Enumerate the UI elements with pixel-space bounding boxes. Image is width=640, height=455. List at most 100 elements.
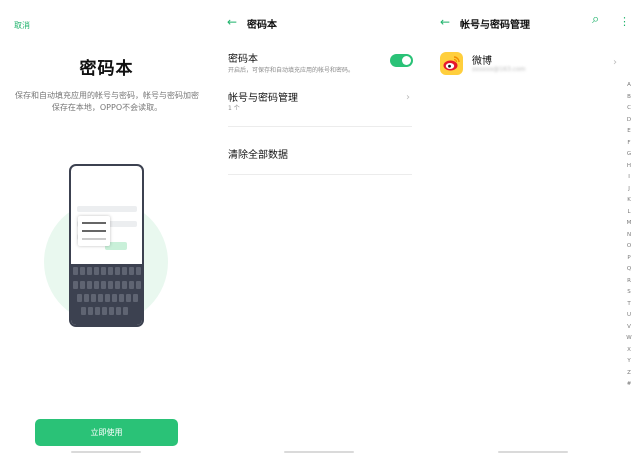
settings-panel: ← 密码本 密码本 开启后，可保存和自动填充应用的帐号和密码。 帐号与密码管理 … [213,0,426,455]
keyboard-key [136,267,141,275]
accounts-panel: ← 帐号与密码管理 ⌕ ⋮ 微博 xxxxxx@163.com › ABCDEF… [426,0,640,455]
keyboard-illustration [71,264,142,325]
alphabet-letter[interactable]: A [625,80,633,92]
keyboard-key [116,307,121,315]
keyboard-key [84,294,89,302]
account-name[interactable]: 微博 [472,52,492,67]
alphabet-letter[interactable]: X [625,345,633,357]
keyboard-key [126,294,131,302]
alphabet-letter[interactable]: C [625,103,633,115]
toggle-row-title: 密码本 [228,54,258,65]
alphabet-letter[interactable]: S [625,287,633,299]
keyboard-key [115,267,120,275]
divider [228,126,412,127]
alphabet-letter[interactable]: J [625,184,633,196]
alphabet-letter[interactable]: K [625,195,633,207]
illustration-popup [78,216,110,246]
accounts-row-title[interactable]: 帐号与密码管理 [228,89,298,104]
search-icon[interactable]: ⌕ [592,12,599,27]
home-indicator [71,451,141,453]
alphabet-letter[interactable]: F [625,138,633,150]
divider [228,174,412,175]
phone-illustration [69,164,144,327]
alphabet-letter[interactable]: N [625,230,633,242]
keyboard-key [87,281,92,289]
keyboard-key [88,307,93,315]
alphabet-letter[interactable]: H [625,161,633,173]
keyboard-key [108,267,113,275]
alphabet-letter[interactable]: V [625,322,633,334]
home-indicator [498,451,568,453]
intro-description: 保存和自动填充应用的帐号与密码，帐号与密码加密保存在本地，OPPO不会读取。 [15,91,199,112]
keyboard-key [91,294,96,302]
alphabet-letter[interactable]: # [625,379,633,391]
settings-title: 密码本 [247,20,277,31]
illustration-item [82,230,106,232]
alphabet-letter[interactable]: L [625,207,633,219]
keyboard-key [80,281,85,289]
chevron-right-icon[interactable]: › [613,57,617,68]
alphabet-letter[interactable]: Q [625,264,633,276]
intro-panel: 取消 密码本 保存和自动填充应用的帐号与密码，帐号与密码加密保存在本地，OPPO… [0,0,213,455]
alphabet-letter[interactable]: W [625,333,633,345]
alphabet-letter[interactable]: I [625,172,633,184]
alphabet-letter[interactable]: B [625,92,633,104]
cancel-link[interactable]: 取消 [14,20,30,31]
keyboard-key [122,281,127,289]
password-book-toggle[interactable] [390,54,413,67]
clear-data-button[interactable]: 清除全部数据 [228,146,288,161]
keyboard-key [136,281,141,289]
keyboard-key [95,307,100,315]
keyboard-key [123,307,128,315]
keyboard-key [109,307,114,315]
alphabet-letter[interactable]: P [625,253,633,265]
back-arrow-icon[interactable]: ← [227,15,237,29]
keyboard-key [129,267,134,275]
keyboard-key [101,267,106,275]
keyboard-key [101,281,106,289]
page-title: 密码本 [79,59,134,79]
illustration-item [82,238,106,240]
keyboard-key [98,294,103,302]
alphabet-index[interactable]: A B C D E F G H I J K L M N O P Q R S T U V W X Y Z # [625,80,633,391]
alphabet-letter[interactable]: M [625,218,633,230]
keyboard-key [112,294,117,302]
accounts-row-count: 1 个 [228,105,240,112]
keyboard-key [73,281,78,289]
start-using-button[interactable]: 立即使用 [35,419,178,446]
keyboard-key [80,267,85,275]
keyboard-key [73,267,78,275]
alphabet-letter[interactable]: T [625,299,633,311]
keyboard-key [102,307,107,315]
alphabet-letter[interactable]: E [625,126,633,138]
home-indicator [284,451,354,453]
illustration-field [77,206,137,212]
keyboard-key [108,281,113,289]
alphabet-letter[interactable]: O [625,241,633,253]
more-icon[interactable]: ⋮ [619,15,630,28]
keyboard-key [133,294,138,302]
alphabet-letter[interactable]: D [625,115,633,127]
alphabet-letter[interactable]: R [625,276,633,288]
keyboard-key [87,267,92,275]
weibo-app-icon [440,52,463,75]
keyboard-key [94,281,99,289]
alphabet-letter[interactable]: Y [625,356,633,368]
keyboard-key [129,281,134,289]
alphabet-letter[interactable]: U [625,310,633,322]
back-arrow-icon[interactable]: ← [440,15,450,29]
toggle-row-subtitle: 开启后，可保存和自动填充应用的帐号和密码。 [228,67,355,74]
alphabet-letter[interactable]: Z [625,368,633,380]
keyboard-key [119,294,124,302]
keyboard-key [77,294,82,302]
keyboard-key [115,281,120,289]
keyboard-key [94,267,99,275]
chevron-right-icon[interactable]: › [406,92,410,103]
illustration-item [82,222,106,224]
keyboard-key [81,307,86,315]
accounts-title: 帐号与密码管理 [460,20,530,31]
keyboard-key [105,294,110,302]
keyboard-key [122,267,127,275]
account-username: xxxxxx@163.com [472,66,526,73]
alphabet-letter[interactable]: G [625,149,633,161]
